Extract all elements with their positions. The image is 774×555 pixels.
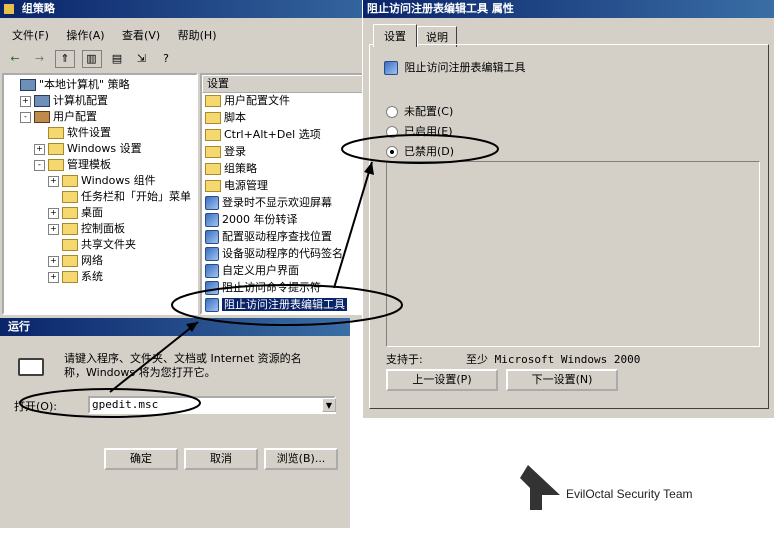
logo-mark-icon	[520, 465, 560, 510]
highlight-ellipse-open	[19, 388, 201, 418]
highlight-ellipse-disabled	[341, 134, 499, 164]
watermark-text: EvilOctal Security Team	[566, 487, 693, 501]
arrow-open-to-policy	[109, 321, 199, 393]
tab-settings[interactable]: 设置	[373, 24, 417, 47]
arrow-policy-to-disabled	[333, 161, 373, 289]
highlight-ellipse-policy	[171, 284, 403, 326]
arrow-policy-to-disabled-head	[364, 162, 374, 175]
annotation-layer	[19, 134, 560, 510]
